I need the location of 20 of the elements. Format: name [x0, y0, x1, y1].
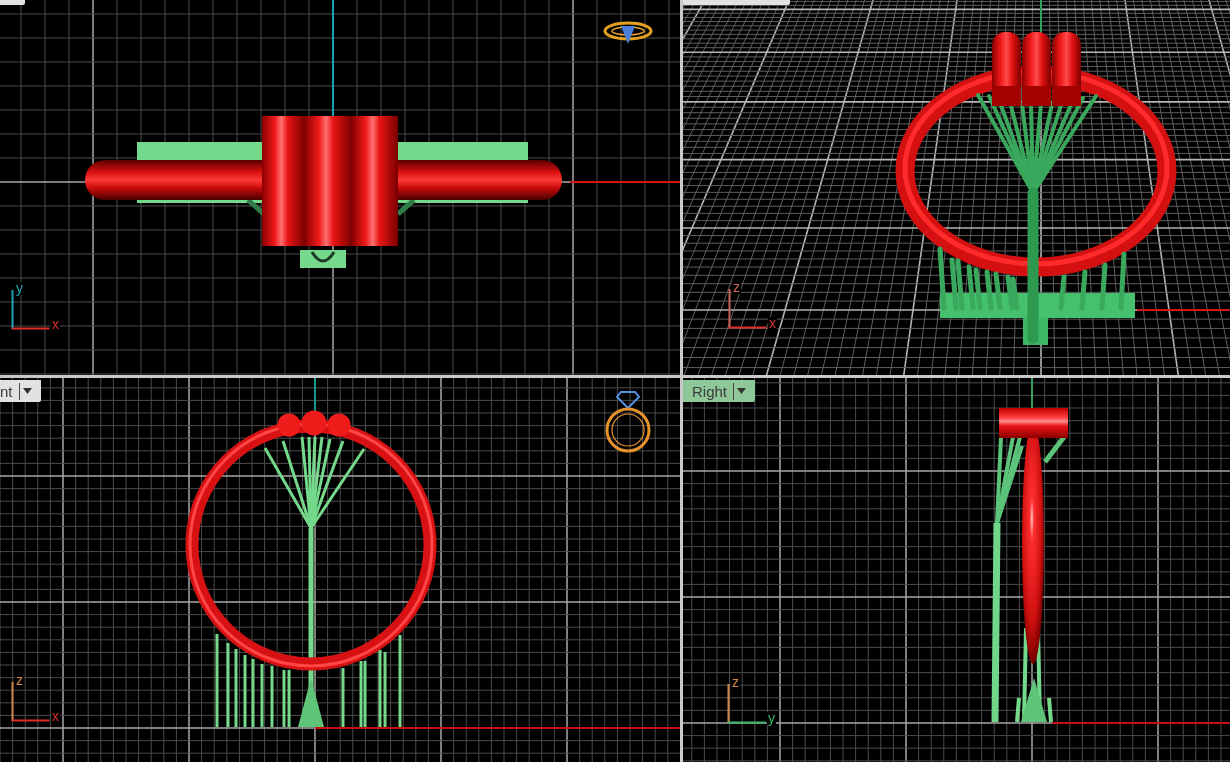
viewport-tab[interactable] — [0, 0, 25, 5]
axis-label: y — [15, 282, 24, 295]
cylinder — [999, 408, 1068, 438]
caret-icon — [737, 388, 747, 394]
viewport-tab[interactable]: Right — [683, 380, 756, 402]
cylinder — [301, 410, 327, 436]
axis-label: y — [767, 712, 776, 725]
viewport-tab[interactable] — [683, 0, 790, 5]
axis-line — [1031, 378, 1033, 409]
caret-icon — [22, 388, 32, 394]
cylinder — [327, 413, 351, 437]
axis-label: z — [732, 281, 741, 294]
cylinder — [277, 413, 301, 437]
viewport-tab[interactable]: nt — [0, 380, 41, 402]
axis-label: x — [51, 710, 60, 723]
axis-line — [1040, 0, 1042, 33]
axis-label: z — [731, 676, 740, 689]
axis-label: x — [51, 318, 60, 331]
axis-label: x — [768, 317, 777, 330]
axis-label: z — [15, 674, 24, 687]
